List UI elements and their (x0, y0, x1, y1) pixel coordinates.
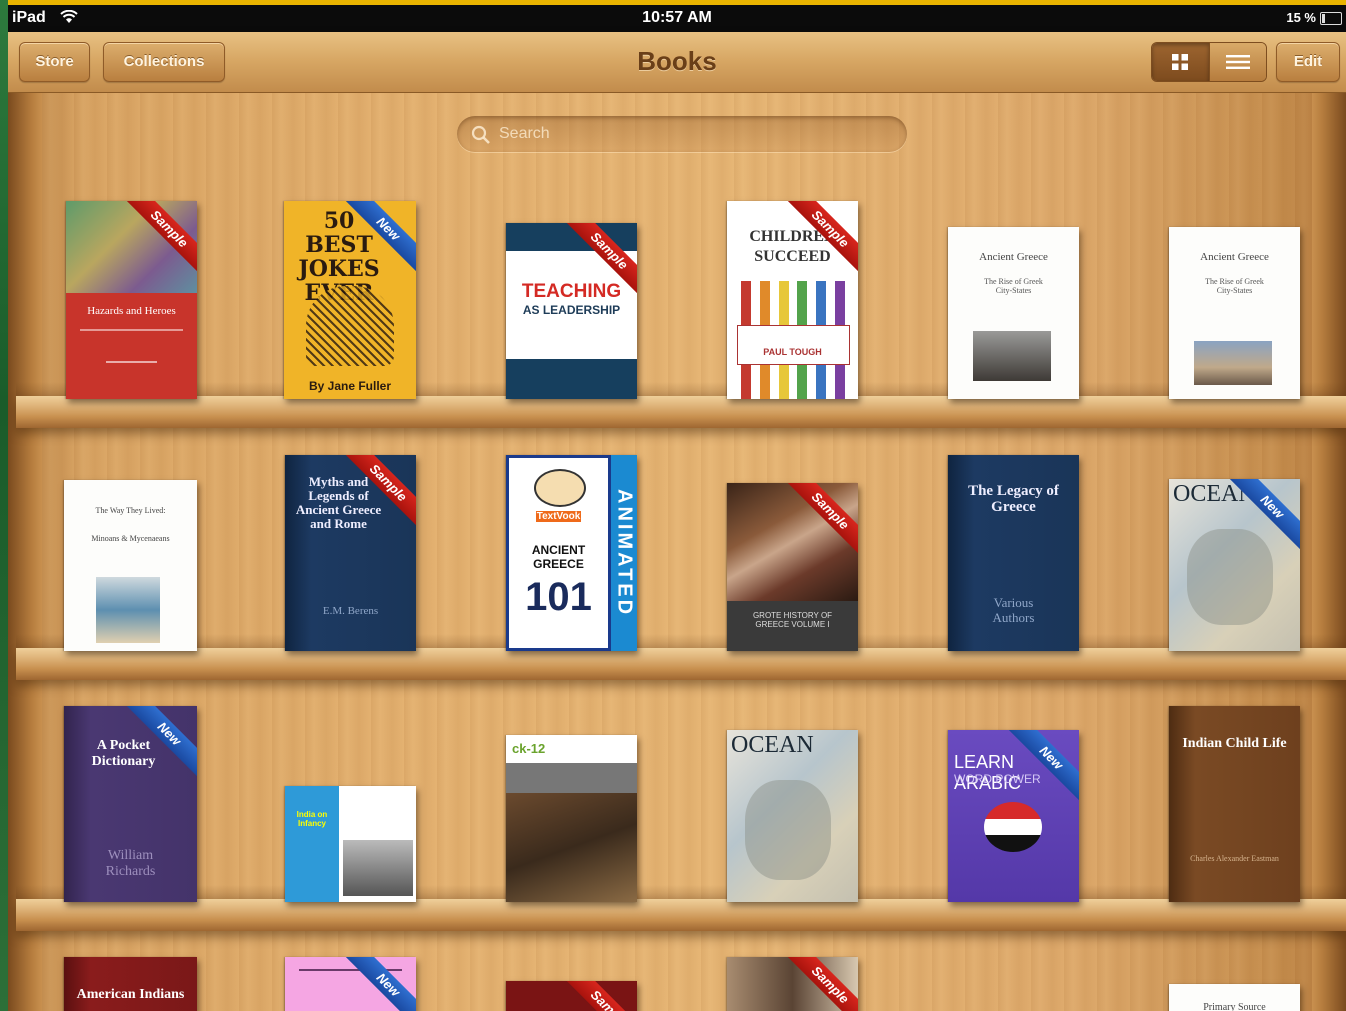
book-title: Myths and Legends of Ancient Greece and … (295, 474, 382, 531)
book-photo-collage[interactable]: Sample (727, 957, 858, 1011)
battery-icon (1320, 12, 1342, 25)
book-ocean-2[interactable]: OCEAN (727, 730, 858, 902)
book-title: American Indians (76, 987, 185, 1002)
view-mode-toggle (1151, 42, 1267, 82)
book-author: PAUL TOUGH (763, 347, 822, 357)
list-view-button[interactable] (1208, 43, 1266, 81)
book-title: India on Infancy (296, 810, 328, 828)
shelf-side-left (8, 93, 42, 1011)
shelf-3 (16, 885, 1346, 931)
flag-bubble-icon (984, 802, 1042, 852)
book-cover-painting (727, 483, 858, 601)
book-cover-painting (506, 793, 637, 902)
edit-button[interactable]: Edit (1276, 42, 1340, 82)
list-icon (1225, 55, 1250, 69)
map-illustration (1187, 529, 1273, 625)
book-way-they-lived[interactable]: The Way They Lived: Minoans & Mycenaeans (64, 480, 197, 651)
ipad-screen: iPad 10:57 AM 15 % Store Collections Boo… (8, 5, 1346, 1011)
shelf-2 (16, 634, 1346, 680)
book-learn-arabic[interactable]: LEARN ARABIC WORD POWER New (948, 730, 1079, 902)
book-subtitle: The Rise of Greek City-States (984, 277, 1043, 295)
book-subtitle: Minoans & Mycenaeans (91, 534, 170, 543)
grid-view-button[interactable] (1152, 43, 1209, 81)
book-title: The Way They Lived: (95, 506, 166, 515)
book-title: Ancient Greece (1200, 251, 1269, 263)
book-author: By Jane Fuller (308, 379, 392, 393)
sample-ribbon: Sample (786, 957, 858, 1011)
mascot-illustration (534, 469, 586, 507)
book-author: E.M. Berens (322, 605, 379, 617)
book-title: GROTE HISTORY OF GREECE VOLUME I (752, 611, 833, 629)
book-ancient-greece-2[interactable]: Ancient Greece The Rise of Greek City-St… (1169, 227, 1300, 399)
status-bar: iPad 10:57 AM 15 % (8, 5, 1346, 32)
device-frame-left (0, 0, 8, 1011)
book-title: OCEAN (731, 732, 814, 758)
book-ck12[interactable]: ck-12 (506, 735, 637, 902)
book-grote-history[interactable]: GROTE HISTORY OF GREECE VOLUME I Sample (727, 483, 858, 651)
book-myths-legends[interactable]: Myths and Legends of Ancient Greece and … (285, 455, 416, 651)
book-side-label: ANIMATED (613, 488, 636, 618)
book-indian-child-life[interactable]: Indian Child Life Charles Alexander East… (1169, 706, 1300, 902)
book-title: TEACHING (521, 281, 622, 302)
book-title: ck-12 (512, 741, 546, 756)
book-title: Ancient Greece (979, 251, 1048, 263)
book-title: Indian Child Life (1182, 736, 1287, 751)
shelf-1 (16, 382, 1346, 428)
book-author: William Richards (105, 848, 156, 879)
book-india-infancy[interactable]: India on Infancy (285, 786, 416, 902)
book-cover-photo (343, 840, 413, 896)
book-cover-illustration (306, 286, 394, 366)
page-title: Books (637, 46, 717, 76)
nav-bar: Store Collections Books Edit (8, 32, 1346, 93)
book-title: Hazards and Heroes (87, 305, 176, 317)
bookshelf: Search Hazards and Heroes Sample 50 BEST… (8, 93, 1346, 1011)
book-cover-illustration (66, 201, 197, 293)
book-title: OCEAN (1173, 481, 1256, 507)
book-pink-cover[interactable]: New (285, 957, 416, 1011)
book-brand: TextVook (536, 511, 581, 522)
book-primary-source[interactable]: Primary Source (1169, 984, 1300, 1011)
search-placeholder: Search (499, 125, 550, 142)
book-title: The Legacy of Greece (968, 483, 1059, 515)
book-subtitle: AS LEADERSHIP (522, 303, 621, 317)
book-ancient-greece-1[interactable]: Ancient Greece The Rise of Greek City-St… (948, 227, 1079, 399)
book-subtitle: The Rise of Greek City-States (1205, 277, 1264, 295)
book-red-cover[interactable]: Sample (506, 981, 637, 1011)
book-title: A Pocket Dictionary (91, 738, 156, 769)
book-author: Charles Alexander Eastman (1190, 854, 1279, 863)
book-cover-photo (1194, 341, 1272, 385)
book-hazards-heroes[interactable]: Hazards and Heroes Sample (66, 201, 197, 399)
book-ocean-1[interactable]: OCEAN New (1169, 479, 1300, 651)
book-title: CHILDREN SUCCEED (749, 228, 836, 265)
battery-percent: 15 % (1286, 10, 1316, 25)
book-title: ANCIENT GREECE (531, 543, 586, 571)
book-number: 101 (525, 575, 592, 619)
book-subtitle: WORD POWER (954, 772, 1041, 786)
book-title: Primary Source (1203, 1002, 1266, 1011)
search-field[interactable]: Search (457, 116, 907, 152)
book-children-succeed[interactable]: CHILDREN SUCCEED PAUL TOUGH Sample (727, 201, 858, 399)
book-ancient-greece-101[interactable]: TextVook ANCIENT GREECE 101 ANIMATED (506, 455, 637, 651)
grid-icon (1172, 54, 1189, 70)
search-icon (471, 125, 490, 144)
book-pocket-dictionary[interactable]: A Pocket Dictionary William Richards New (64, 706, 197, 902)
new-ribbon: New (344, 957, 416, 1011)
sample-ribbon: Sample (565, 981, 637, 1011)
book-american-indians[interactable]: American Indians (64, 957, 197, 1011)
book-legacy-of-greece[interactable]: The Legacy of Greece Various Authors (948, 455, 1079, 651)
book-cover-photo (973, 331, 1051, 381)
status-time: 10:57 AM (642, 9, 712, 26)
book-teaching-leadership[interactable]: TEACHING AS LEADERSHIP Sample (506, 223, 637, 399)
map-illustration (745, 780, 831, 880)
book-author: Various Authors (992, 595, 1035, 625)
book-cover-photo (96, 577, 160, 643)
shelf-side-right (1312, 93, 1346, 1011)
book-50-best-jokes[interactable]: 50 BEST JOKES EVER By Jane Fuller New (284, 201, 416, 399)
